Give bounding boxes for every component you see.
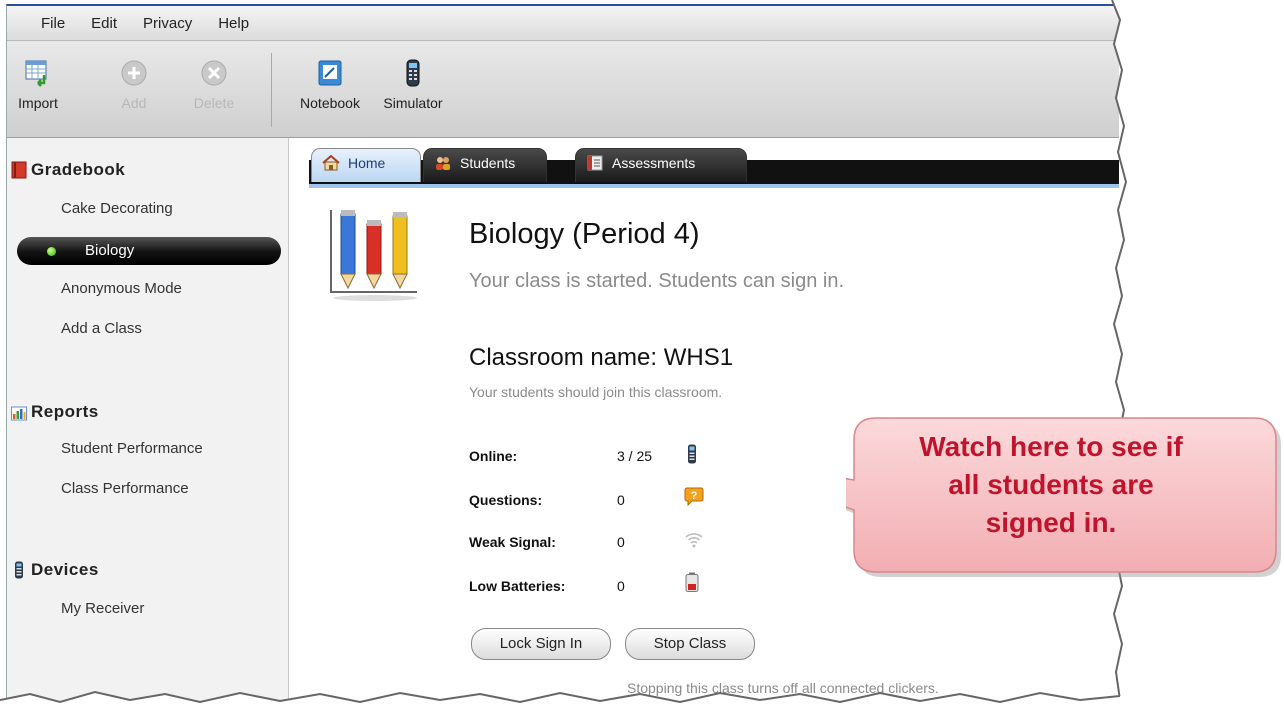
import-label: Import: [18, 95, 58, 111]
sidebar: Gradebook Cake Decorating Biology Anonym…: [7, 138, 289, 706]
weak-signal-count: 0: [617, 534, 625, 550]
import-button[interactable]: Import: [7, 59, 69, 111]
devices-heading: Devices: [11, 560, 99, 580]
callout-line: signed in.: [985, 507, 1117, 538]
menu-file[interactable]: File: [41, 15, 65, 32]
tab-home-label: Home: [348, 155, 386, 171]
online-label: Online:: [469, 448, 518, 464]
tab-students-label: Students: [460, 155, 516, 171]
low-batteries-label: Low Batteries:: [469, 578, 566, 594]
reports-label: Reports: [31, 402, 99, 421]
menu-bar: File Edit Privacy Help: [7, 6, 1119, 41]
tab-assessments-label: Assessments: [612, 155, 696, 171]
callout-line: Watch here to see if: [919, 431, 1183, 462]
callout-text: Watch here to see if all students are si…: [846, 428, 1256, 542]
delete-icon: [200, 59, 228, 87]
stop-class-button[interactable]: Stop Class: [625, 628, 755, 660]
low-batteries-count: 0: [617, 578, 625, 594]
clicker-icon: [684, 444, 700, 464]
page-title: Biology (Period 4): [469, 218, 700, 250]
menu-privacy[interactable]: Privacy: [143, 15, 192, 32]
add-icon: [120, 59, 148, 87]
battery-icon: [684, 572, 700, 592]
students-icon: [434, 155, 452, 171]
delete-button[interactable]: Delete: [183, 59, 245, 111]
assessments-icon: [586, 155, 604, 171]
gradebook-label: Gradebook: [31, 160, 126, 179]
questions-count: 0: [617, 492, 625, 508]
sidebar-item-student-performance[interactable]: Student Performance: [61, 440, 203, 457]
notebook-button[interactable]: Notebook: [289, 59, 371, 111]
sidebar-item-add-class[interactable]: Add a Class: [61, 320, 142, 337]
callout-line: all students are: [948, 469, 1154, 500]
weak-signal-label: Weak Signal:: [469, 534, 556, 550]
notebook-icon: [316, 59, 344, 87]
toolbar-separator: [271, 53, 272, 127]
tab-home[interactable]: Home: [311, 148, 421, 182]
torn-edge-bottom: [0, 690, 1140, 719]
torn-edge-right: [1111, 0, 1140, 719]
gradebook-icon: [11, 161, 27, 179]
sidebar-item-biology[interactable]: Biology: [17, 237, 281, 265]
menu-edit[interactable]: Edit: [91, 15, 117, 32]
classroom-instructions: Your students should join this classroom…: [469, 384, 723, 400]
clicker-icon: [399, 59, 427, 87]
sidebar-item-my-receiver[interactable]: My Receiver: [61, 600, 144, 617]
tab-assessments[interactable]: Assessments: [575, 148, 747, 182]
sidebar-item-class-performance[interactable]: Class Performance: [61, 480, 189, 497]
sidebar-item-label: Biology: [85, 242, 135, 259]
toolbar: Import Add Delete Notebook Simulator: [7, 41, 1119, 138]
svg-text:?: ?: [691, 490, 698, 502]
notebook-label: Notebook: [300, 95, 360, 111]
reports-heading: Reports: [11, 402, 99, 422]
app-window: File Edit Privacy Help Import Add Delete: [6, 4, 1119, 706]
wifi-icon: [684, 530, 704, 550]
add-button[interactable]: Add: [109, 59, 159, 111]
tab-strip: Home Students Assessments: [289, 138, 1119, 188]
classroom-name: Classroom name: WHS1: [469, 344, 734, 371]
sidebar-item-cake-decorating[interactable]: Cake Decorating: [61, 200, 173, 217]
class-status-text: Your class is started. Students can sign…: [469, 270, 845, 292]
simulator-button[interactable]: Simulator: [371, 59, 455, 111]
delete-label: Delete: [193, 95, 235, 111]
lock-sign-in-button[interactable]: Lock Sign In: [471, 628, 611, 660]
questions-label: Questions:: [469, 492, 543, 508]
home-icon: [322, 154, 340, 171]
bar-chart-icon: [11, 403, 27, 421]
status-dot-icon: [47, 247, 56, 256]
pencils-logo-icon: [327, 206, 421, 306]
sidebar-item-anonymous-mode[interactable]: Anonymous Mode: [61, 280, 182, 297]
import-icon: [24, 59, 52, 87]
menu-help[interactable]: Help: [218, 15, 249, 32]
gradebook-heading: Gradebook: [11, 160, 125, 180]
tab-students[interactable]: Students: [423, 148, 547, 182]
simulator-label: Simulator: [383, 95, 443, 111]
clicker-icon: [11, 561, 27, 579]
add-label: Add: [121, 95, 147, 111]
devices-label: Devices: [31, 560, 99, 579]
question-icon: ?: [684, 486, 704, 507]
online-count: 3 / 25: [617, 448, 653, 464]
